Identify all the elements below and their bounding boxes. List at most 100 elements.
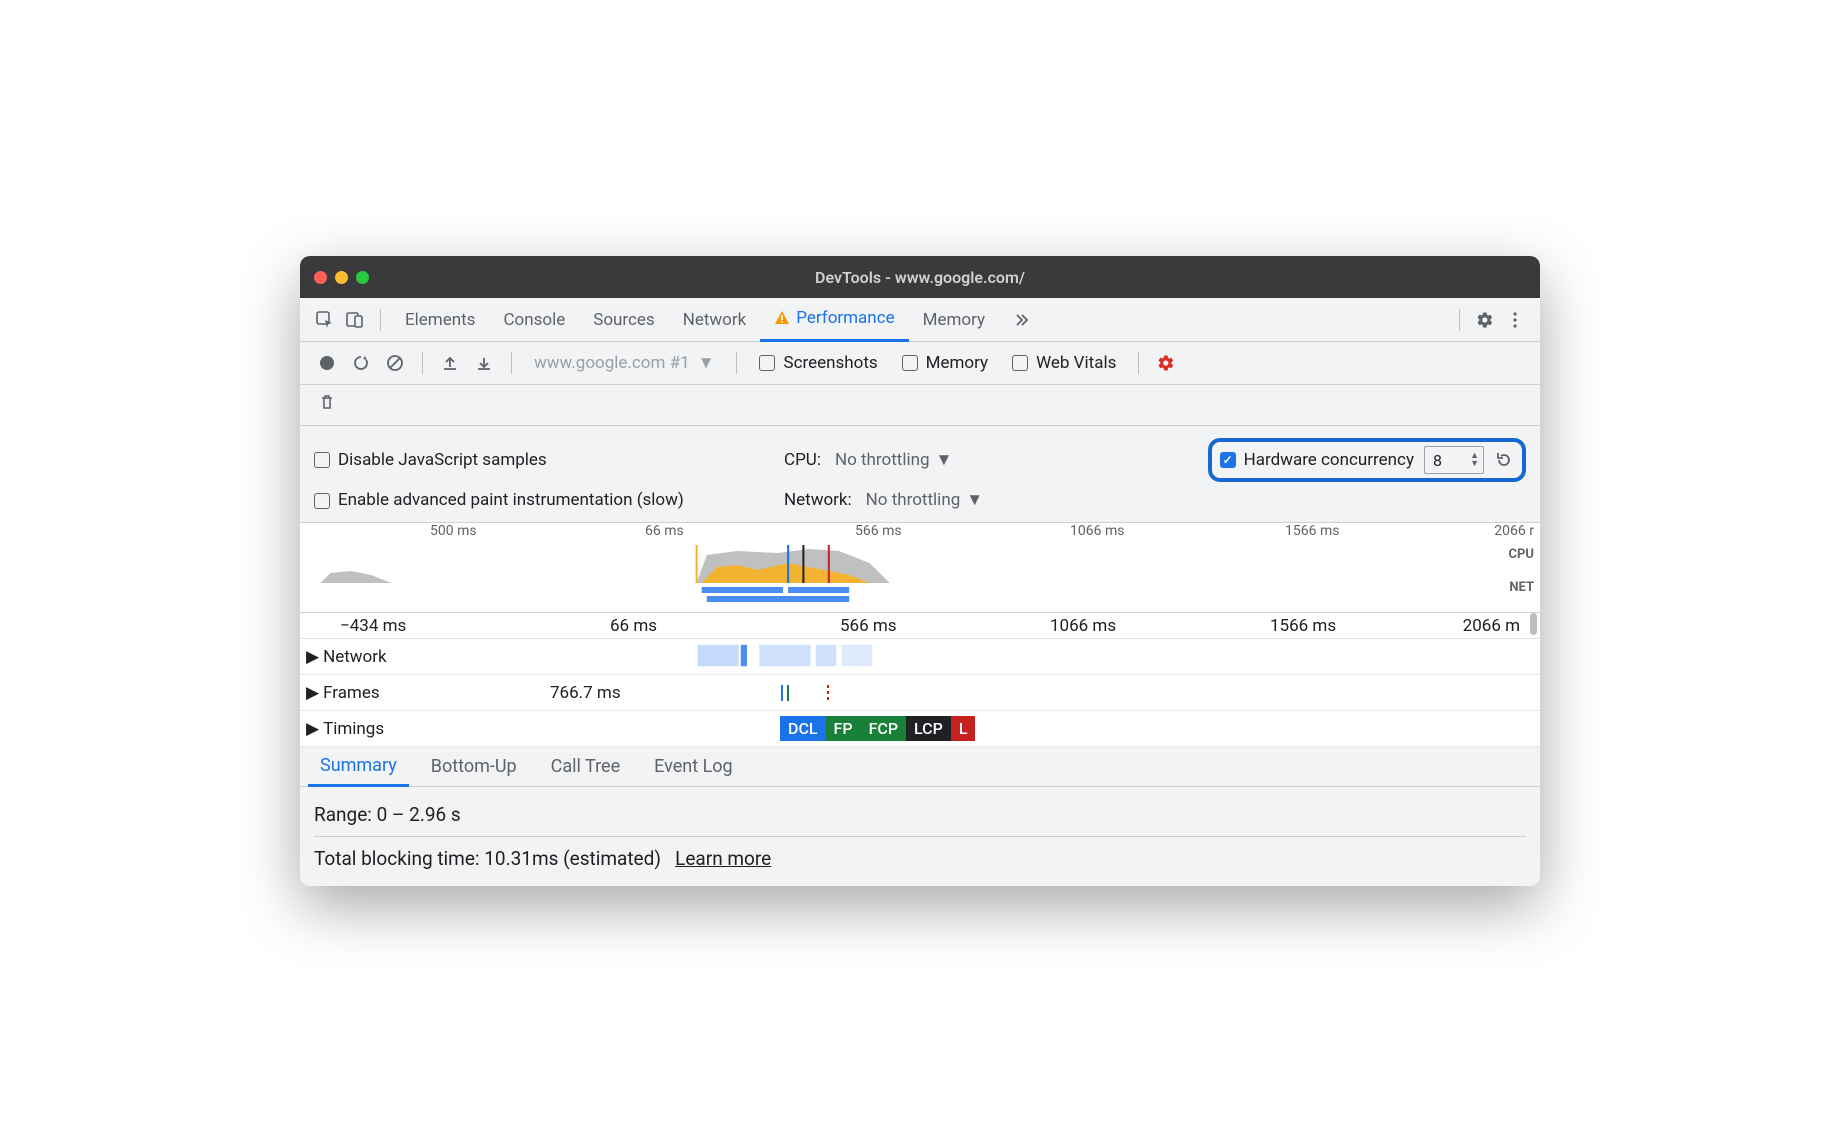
ruler-tick: 500 ms: [430, 523, 477, 539]
fp-badge[interactable]: FP: [826, 716, 861, 741]
frames-track-label: Frames: [323, 683, 380, 703]
reset-concurrency-button[interactable]: [1494, 450, 1514, 470]
cpu-throttling-label: CPU:: [784, 450, 821, 470]
record-button[interactable]: [312, 348, 342, 378]
recording-selector[interactable]: www.google.com #1 ▼: [524, 353, 724, 373]
device-toolbar-icon[interactable]: [340, 305, 370, 335]
window-title: DevTools - www.google.com/: [815, 268, 1025, 287]
capture-settings-gear-icon[interactable]: [1151, 348, 1181, 378]
ruler-tick: 66 ms: [610, 616, 657, 636]
network-track: ▶ Network: [300, 639, 1540, 675]
save-profile-button[interactable]: [469, 348, 499, 378]
cpu-throttling-value: No throttling: [835, 450, 930, 470]
separator: [511, 352, 512, 374]
load-profile-button[interactable]: [435, 348, 465, 378]
delete-profile-button[interactable]: [312, 387, 342, 417]
summary-pane: Range: 0 – 2.96 s Total blocking time: 1…: [300, 787, 1540, 886]
learn-more-link[interactable]: Learn more: [675, 847, 771, 870]
ruler-tick: 1566 ms: [1285, 523, 1339, 539]
overview-axis-labels: CPU NET: [1509, 547, 1534, 595]
timings-track: ▶ Timings DCL FP FCP LCP L: [300, 711, 1540, 747]
timings-track-label: Timings: [323, 719, 384, 739]
tab-event-log[interactable]: Event Log: [642, 747, 745, 787]
net-overview-graph: [300, 585, 1500, 605]
ruler-tick: 566 ms: [855, 523, 902, 539]
separator: [1138, 352, 1139, 374]
tab-performance[interactable]: Performance: [760, 298, 908, 342]
reload-button[interactable]: [346, 348, 376, 378]
summary-tbt-row: Total blocking time: 10.31ms (estimated)…: [314, 836, 1526, 876]
summary-range: Range: 0 – 2.96 s: [314, 797, 1526, 832]
titlebar: DevTools - www.google.com/: [300, 256, 1540, 298]
frames-track-content[interactable]: 766.7 ms: [410, 675, 1540, 710]
timings-track-toggle[interactable]: ▶ Timings: [300, 719, 410, 739]
cpu-throttling-dropdown[interactable]: No throttling ▼: [835, 450, 952, 470]
hardware-concurrency-value: 8: [1433, 451, 1442, 470]
frames-track-toggle[interactable]: ▶ Frames: [300, 683, 410, 703]
separator: [422, 352, 423, 374]
chevron-down-icon: ▼: [936, 450, 953, 470]
tab-call-tree[interactable]: Call Tree: [539, 747, 632, 787]
screenshots-label: Screenshots: [783, 353, 877, 373]
tab-network[interactable]: Network: [669, 298, 761, 342]
lcp-badge[interactable]: LCP: [906, 716, 951, 741]
enable-paint-instr-label: Enable advanced paint instrumentation (s…: [338, 490, 684, 510]
webvitals-checkbox[interactable]: Web Vitals: [1002, 353, 1126, 373]
enable-paint-instr-checkbox[interactable]: Enable advanced paint instrumentation (s…: [314, 490, 694, 510]
tab-bottom-up[interactable]: Bottom-Up: [419, 747, 529, 787]
tab-elements[interactable]: Elements: [391, 298, 489, 342]
network-track-label: Network: [323, 647, 387, 667]
memory-checkbox[interactable]: Memory: [892, 353, 998, 373]
webvitals-label: Web Vitals: [1036, 353, 1116, 373]
network-throttling-label: Network:: [784, 490, 852, 510]
minimize-window-button[interactable]: [335, 271, 348, 284]
stepper-icon[interactable]: ▲▼: [1470, 452, 1479, 468]
more-tabs-button[interactable]: [999, 298, 1045, 342]
ruler-tick: 2066 r: [1494, 523, 1534, 539]
checkbox-checked-icon: ✓: [1220, 452, 1236, 468]
summary-tbt-text: Total blocking time: 10.31ms (estimated): [314, 847, 661, 870]
frames-value: 766.7 ms: [550, 683, 621, 703]
maximize-window-button[interactable]: [356, 271, 369, 284]
hardware-concurrency-label: Hardware concurrency: [1244, 450, 1414, 470]
net-axis-label: NET: [1509, 580, 1534, 595]
network-throttling-value: No throttling: [866, 490, 961, 510]
tab-console[interactable]: Console: [489, 298, 579, 342]
settings-gear-icon[interactable]: [1470, 305, 1500, 335]
dcl-badge[interactable]: DCL: [780, 716, 826, 741]
network-track-toggle[interactable]: ▶ Network: [300, 647, 410, 667]
l-badge[interactable]: L: [951, 716, 976, 741]
hardware-concurrency-highlight: ✓ Hardware concurrency 8 ▲▼: [1208, 438, 1526, 482]
hardware-concurrency-input[interactable]: 8 ▲▼: [1424, 446, 1484, 474]
tab-memory[interactable]: Memory: [909, 298, 999, 342]
screenshots-checkbox[interactable]: Screenshots: [749, 353, 887, 373]
chevron-double-right-icon: [1013, 311, 1031, 329]
frames-track: ▶ Frames 766.7 ms: [300, 675, 1540, 711]
timeline-overview[interactable]: 500 ms 66 ms 566 ms 1066 ms 1566 ms 2066…: [300, 523, 1540, 613]
performance-toolbar: www.google.com #1 ▼ Screenshots Memory W…: [300, 342, 1540, 385]
hardware-concurrency-checkbox[interactable]: ✓ Hardware concurrency: [1220, 450, 1414, 470]
inspect-element-icon[interactable]: [310, 305, 340, 335]
performance-toolbar-row2: [300, 385, 1540, 426]
tab-summary[interactable]: Summary: [308, 747, 409, 787]
tab-performance-label: Performance: [796, 308, 894, 328]
overview-ruler: 500 ms 66 ms 566 ms 1066 ms 1566 ms 2066…: [300, 523, 1540, 543]
disable-js-samples-checkbox[interactable]: Disable JavaScript samples: [314, 450, 557, 470]
scrollbar-thumb[interactable]: [1530, 613, 1537, 635]
chevron-right-icon: ▶: [306, 719, 319, 739]
main-timeline-ruler[interactable]: −434 ms 66 ms 566 ms 1066 ms 1566 ms 206…: [300, 613, 1540, 639]
network-track-content[interactable]: [410, 639, 1540, 674]
tab-sources[interactable]: Sources: [579, 298, 668, 342]
ruler-tick: 566 ms: [840, 616, 897, 636]
network-throttling-dropdown[interactable]: No throttling ▼: [866, 490, 983, 510]
recording-selector-label: www.google.com #1: [534, 353, 690, 373]
devtools-window: DevTools - www.google.com/ Elements Cons…: [300, 256, 1540, 886]
timings-track-content[interactable]: DCL FP FCP LCP L: [410, 711, 1540, 746]
clear-button[interactable]: [380, 348, 410, 378]
ruler-tick: 2066 m: [1463, 616, 1520, 636]
ruler-tick: 1066 ms: [1070, 523, 1124, 539]
close-window-button[interactable]: [314, 271, 327, 284]
fcp-badge[interactable]: FCP: [861, 716, 906, 741]
more-options-icon[interactable]: [1500, 305, 1530, 335]
capture-settings-panel: Disable JavaScript samples CPU: No throt…: [300, 426, 1540, 523]
